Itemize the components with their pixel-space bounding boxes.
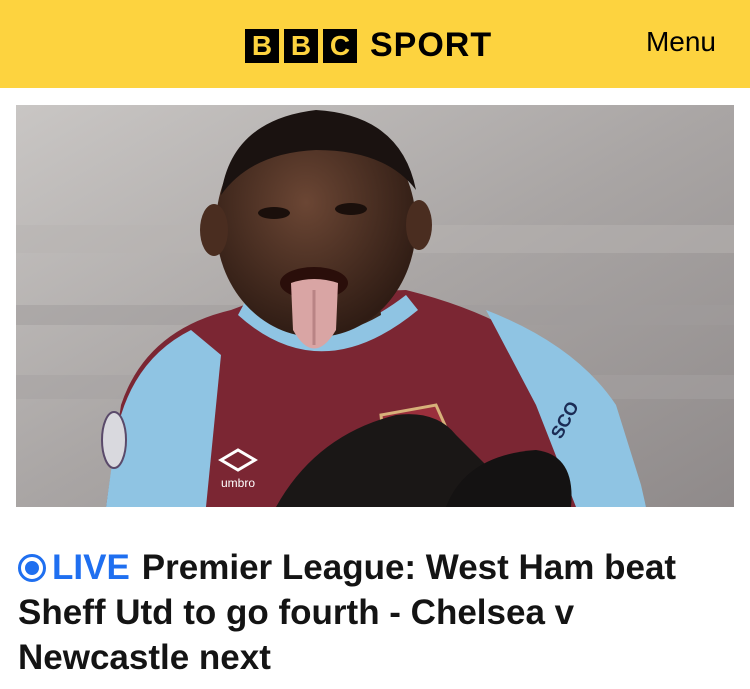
- bbc-logo-letter-b1: B: [245, 28, 279, 63]
- bbc-logo-letter-b2: B: [284, 28, 318, 63]
- sport-wordmark: SPORT: [370, 26, 493, 64]
- article-headline[interactable]: LIVE Premier League: West Ham beat Sheff …: [18, 545, 730, 680]
- site-header: B B C SPORT Menu: [0, 0, 750, 88]
- live-indicator-icon: [18, 554, 46, 583]
- svg-text:umbro: umbro: [221, 476, 255, 490]
- player-photo: umbro SCO: [16, 105, 734, 507]
- bbc-sport-logo[interactable]: B B C SPORT: [245, 26, 492, 65]
- live-badge: LIVE: [52, 548, 130, 588]
- article-hero-image[interactable]: umbro SCO: [16, 105, 734, 507]
- menu-button[interactable]: Menu: [646, 26, 716, 58]
- bbc-logo-letter-c: C: [323, 28, 357, 63]
